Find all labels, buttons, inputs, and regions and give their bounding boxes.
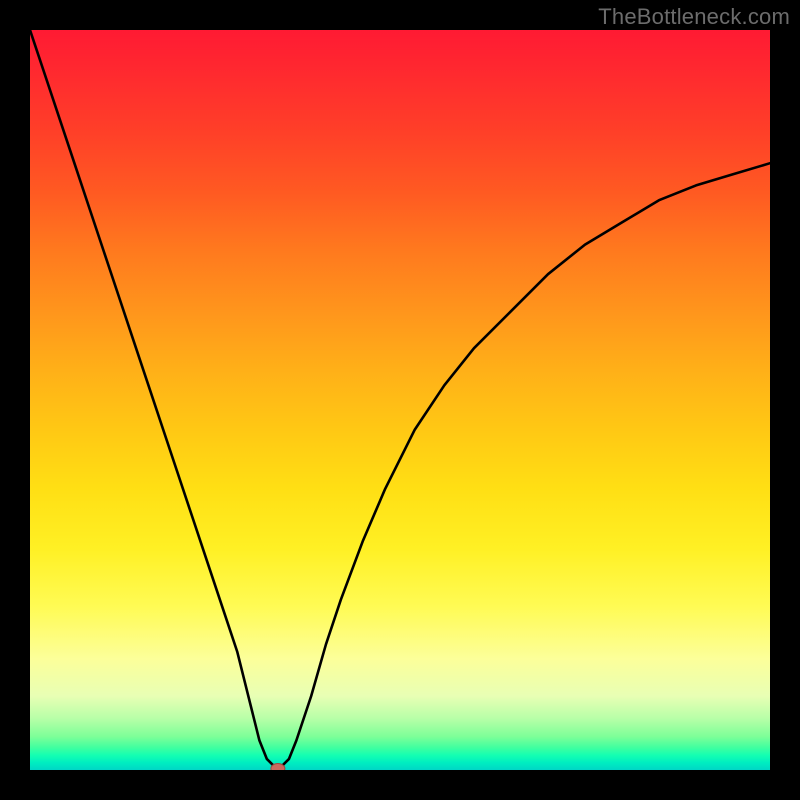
chart-plot-area xyxy=(30,30,770,770)
chart-frame: TheBottleneck.com xyxy=(0,0,800,800)
watermark-text: TheBottleneck.com xyxy=(598,4,790,30)
chart-svg xyxy=(30,30,770,770)
bottleneck-marker xyxy=(271,764,285,770)
bottleneck-curve xyxy=(30,30,770,769)
